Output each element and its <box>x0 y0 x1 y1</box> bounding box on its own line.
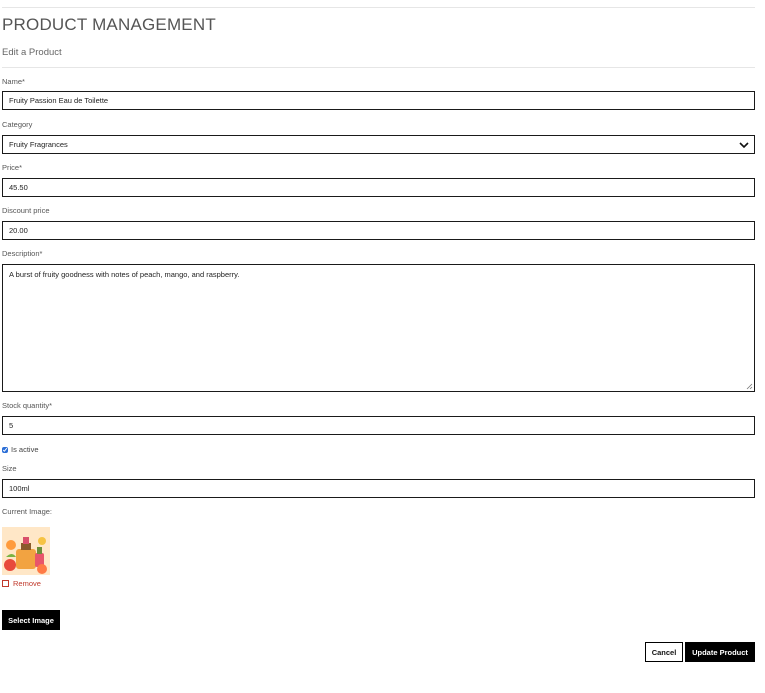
remove-image-checkbox[interactable] <box>2 580 9 587</box>
is-active-row: Is active <box>2 445 39 454</box>
chevron-down-icon <box>739 141 749 148</box>
product-thumbnail <box>2 527 50 575</box>
discount-price-input[interactable] <box>2 221 755 240</box>
name-input[interactable] <box>2 91 755 110</box>
is-active-label: Is active <box>11 445 39 454</box>
description-textarea[interactable]: A burst of fruity goodness with notes of… <box>2 264 755 392</box>
remove-image-row[interactable]: Remove <box>2 579 41 588</box>
discount-price-label: Discount price <box>2 206 50 215</box>
category-label: Category <box>2 120 33 129</box>
size-input[interactable] <box>2 479 755 498</box>
current-image-label: Current Image: <box>2 507 53 516</box>
category-selected-value: Fruity Fragrances <box>9 140 68 149</box>
is-active-checkbox[interactable] <box>2 446 8 453</box>
category-select[interactable]: Fruity Fragrances <box>2 135 755 154</box>
size-label: Size <box>2 464 17 473</box>
stock-quantity-input[interactable] <box>2 416 755 435</box>
price-input[interactable] <box>2 178 755 197</box>
description-text: A burst of fruity goodness with notes of… <box>9 270 240 279</box>
page-subtitle: Edit a Product <box>2 47 62 58</box>
page-title: PRODUCT MANAGEMENT <box>2 15 216 34</box>
price-label: Price* <box>2 163 23 172</box>
cancel-button[interactable]: Cancel <box>645 642 683 662</box>
description-label: Description* <box>2 249 43 258</box>
remove-image-label: Remove <box>13 579 41 588</box>
top-divider <box>2 7 755 8</box>
perfume-image <box>2 527 50 575</box>
update-product-button[interactable]: Update Product <box>685 642 755 662</box>
select-image-button[interactable]: Select Image <box>2 610 60 630</box>
header-divider <box>2 67 755 68</box>
name-label: Name* <box>2 77 25 86</box>
resize-grip-icon[interactable] <box>745 382 753 390</box>
stock-quantity-label: Stock quantity* <box>2 401 53 410</box>
